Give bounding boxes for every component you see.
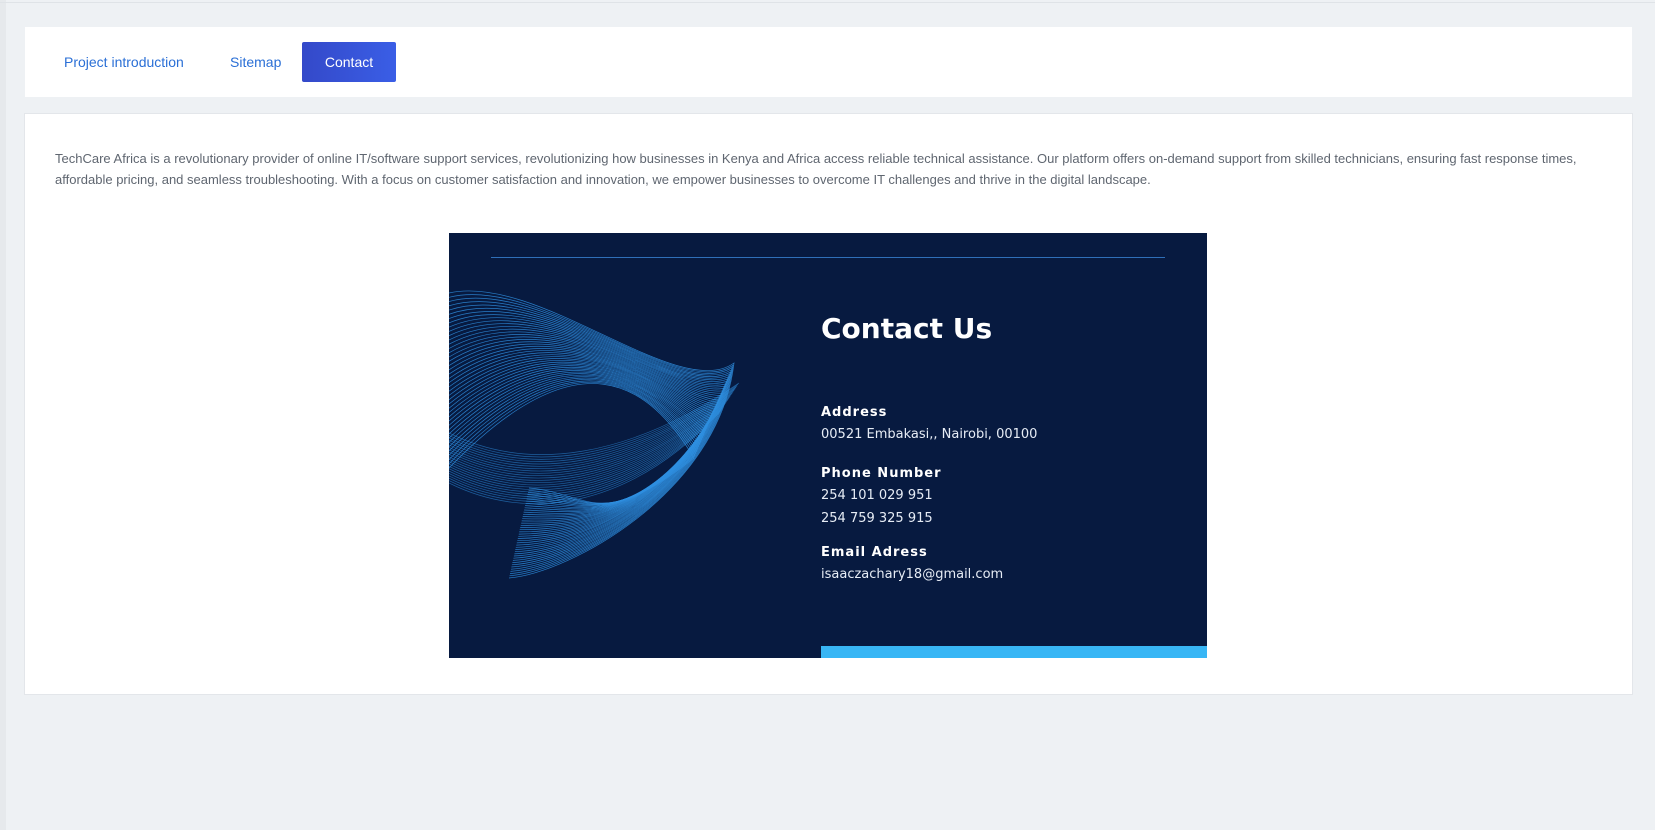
tab-contact[interactable]: Contact xyxy=(302,42,396,82)
accent-bar xyxy=(821,646,1207,658)
address-value: 00521 Embakasi,, Nairobi, 00100 xyxy=(821,427,1038,442)
page: Project introduction Sitemap Contact Tec… xyxy=(0,0,1655,830)
tab-sitemap[interactable]: Sitemap xyxy=(230,42,281,82)
top-divider xyxy=(0,2,1655,3)
tab-bar: Project introduction Sitemap Contact xyxy=(25,27,1632,97)
contact-us-title: Contact Us xyxy=(821,312,993,345)
contact-us-graphic: Contact Us Address 00521 Embakasi,, Nair… xyxy=(449,233,1207,658)
wave-line xyxy=(449,343,717,539)
phone-value-1: 254 101 029 951 xyxy=(821,488,933,503)
phone-value-2: 254 759 325 915 xyxy=(821,511,933,526)
email-value: isaaczachary18@gmail.com xyxy=(821,567,1004,582)
wave-line xyxy=(449,409,722,500)
content-panel: TechCare Africa is a revolutionary provi… xyxy=(24,113,1633,695)
left-edge-strip xyxy=(0,0,6,830)
wave-lines-decoration xyxy=(449,290,740,579)
email-label: Email Adress xyxy=(821,545,928,560)
address-label: Address xyxy=(821,405,888,420)
project-description: TechCare Africa is a revolutionary provi… xyxy=(55,151,1577,187)
tab-project-introduction[interactable]: Project introduction xyxy=(64,42,184,82)
phone-label: Phone Number xyxy=(821,466,942,481)
